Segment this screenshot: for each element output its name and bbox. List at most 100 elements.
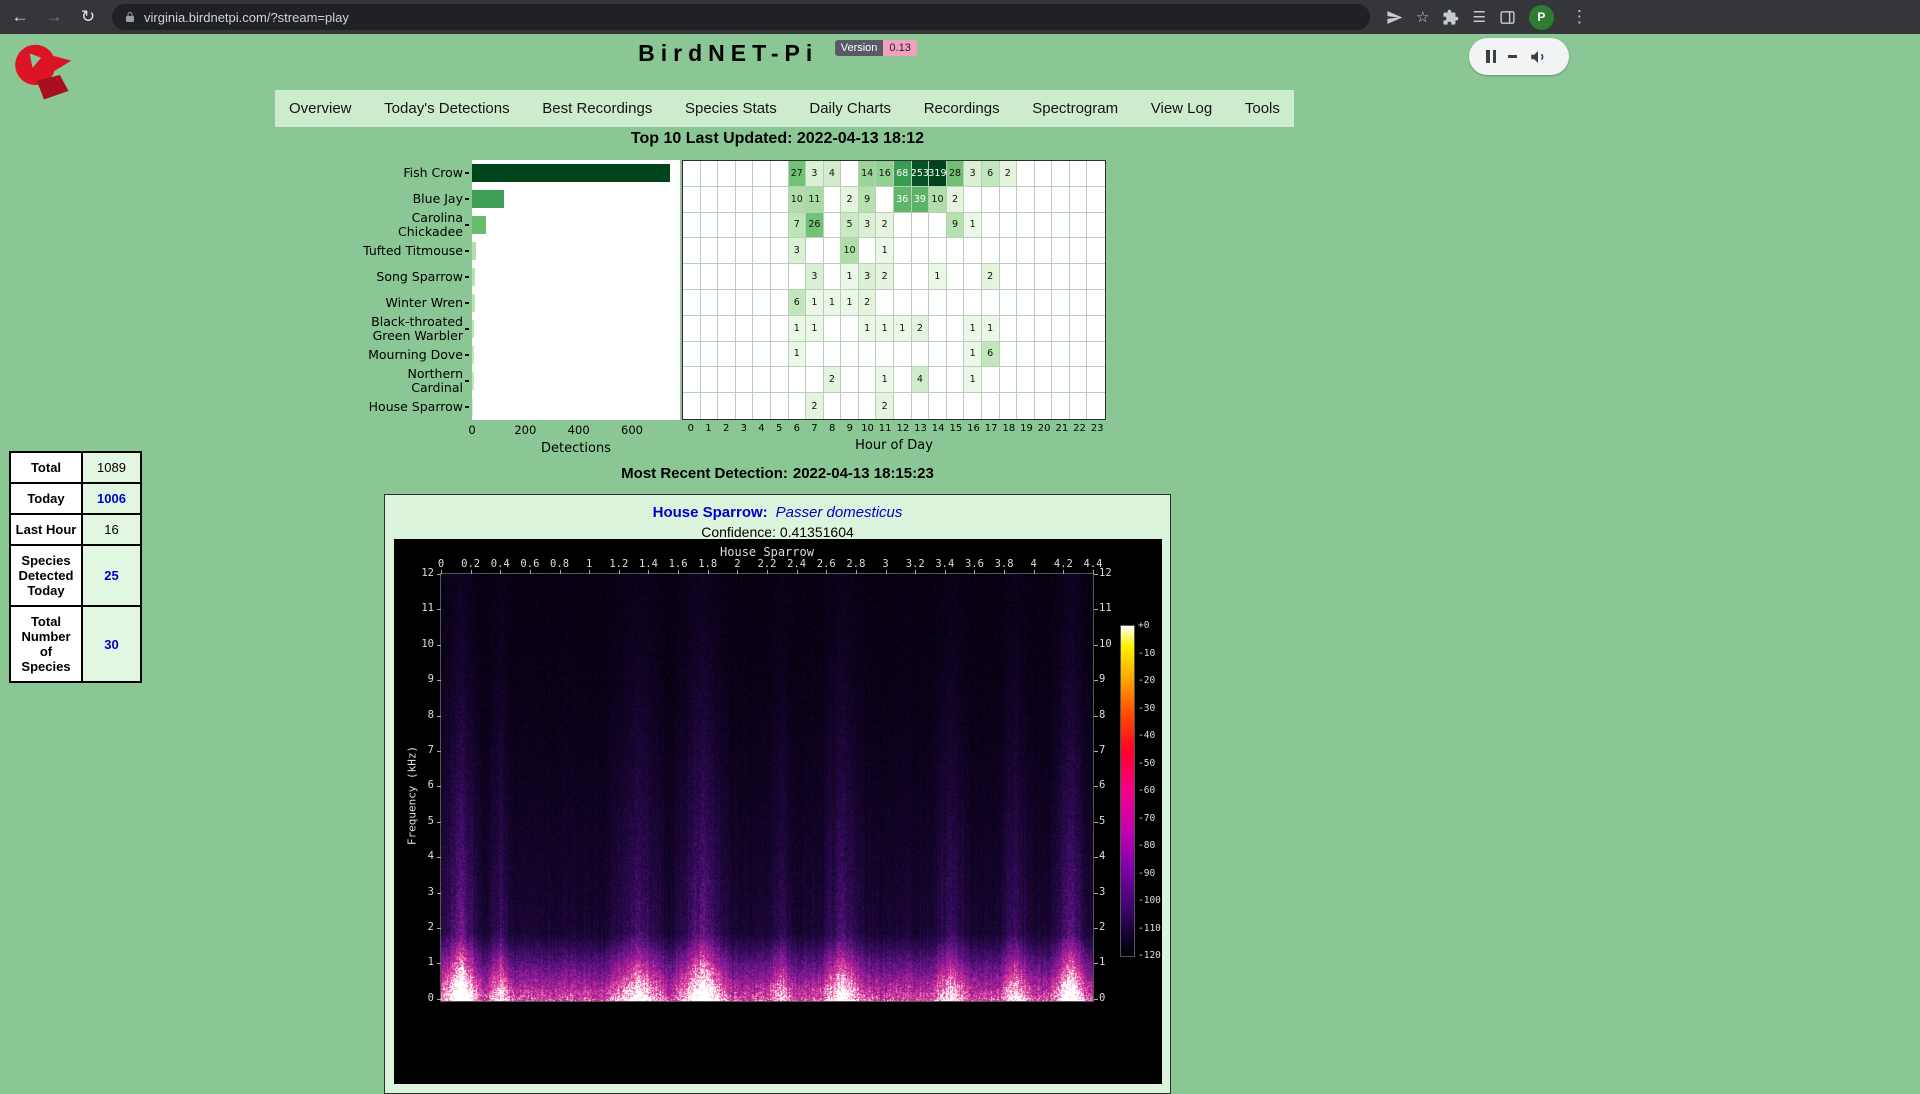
heatmap-cell: 7 (789, 213, 807, 239)
nav-item-today-s-detections[interactable]: Today's Detections (384, 100, 509, 117)
nav-item-tools[interactable]: Tools (1245, 100, 1280, 117)
heatmap-cell (1000, 264, 1018, 290)
species-link[interactable]: House Sparrow: (653, 504, 768, 521)
heatmap-cell: 3 (859, 264, 877, 290)
spectro-x-tick-label: 3.2 (906, 558, 925, 570)
spectro-y-tick-label: 12 (1099, 567, 1129, 579)
extensions-puzzle-icon[interactable] (1442, 9, 1459, 26)
top10-heading: Top 10 Last Updated: 2022-04-13 18:12 (0, 130, 1555, 148)
browser-menu-button[interactable]: ⋮ (1567, 7, 1592, 27)
heatmap-cell (894, 213, 912, 239)
stats-row: Last Hour16 (10, 514, 141, 545)
spectro-y-tick (437, 751, 441, 752)
nav-item-species-stats[interactable]: Species Stats (685, 100, 777, 117)
spectro-y-tick (1094, 751, 1098, 752)
spectro-y-tick (1094, 928, 1098, 929)
heatmap-cell (982, 213, 1000, 239)
most-recent-heading: Most Recent Detection:2022-04-13 18:15:2… (0, 465, 1555, 482)
heatmap-cell (947, 342, 965, 368)
heatmap-cell (859, 393, 877, 419)
spectro-x-tick (708, 570, 709, 574)
nav-item-recordings[interactable]: Recordings (924, 100, 1000, 117)
heatmap-cell (1035, 342, 1053, 368)
heatmap-cell (771, 213, 789, 239)
address-bar[interactable]: virginia.birdnetpi.com/?stream=play (112, 4, 1370, 30)
x-axis-tick-label: 11 (876, 423, 894, 434)
species-axis-tick (465, 302, 469, 304)
heatmap-cell (982, 290, 1000, 316)
reading-list-icon[interactable]: ☰ (1472, 8, 1485, 26)
nav-item-overview[interactable]: Overview (289, 100, 352, 117)
heatmap-cell: 1 (789, 316, 807, 342)
pause-button[interactable] (1486, 50, 1496, 63)
spectro-y-tick (437, 716, 441, 717)
heatmap-cell: 1 (982, 316, 1000, 342)
volume-button[interactable] (1529, 48, 1547, 66)
heatmap-cell (894, 290, 912, 316)
confidence-label: Confidence: (701, 524, 776, 540)
heatmap-cell (771, 290, 789, 316)
heatmap-cell: 2 (1000, 161, 1018, 187)
heatmap-cell (1070, 316, 1088, 342)
browser-back-button[interactable]: ← (6, 3, 34, 31)
x-axis-tick-label: 12 (894, 423, 912, 434)
nav-item-best-recordings[interactable]: Best Recordings (542, 100, 652, 117)
spectro-x-tick-label: 1.2 (609, 558, 628, 570)
heatmap-cell: 6 (982, 342, 1000, 368)
bookmark-star-icon[interactable]: ☆ (1416, 8, 1429, 26)
heatmap-cell (1035, 393, 1053, 419)
heatmap-cell (1017, 367, 1035, 393)
profile-avatar[interactable]: P (1529, 5, 1554, 30)
heatmap-cell (771, 316, 789, 342)
x-axis-tick-label: 4 (753, 423, 771, 434)
stats-value-link[interactable]: 1006 (97, 491, 126, 506)
spectro-x-tick-label: 0.8 (550, 558, 569, 570)
heatmap-cell (736, 290, 754, 316)
heatmap-cell: 2 (876, 393, 894, 419)
heatmap-cell: 1 (876, 367, 894, 393)
heatmap-cell (1035, 238, 1053, 264)
send-to-device-icon[interactable] (1386, 9, 1403, 26)
heatmap-cell: 68 (894, 161, 912, 187)
heatmap-cell (736, 367, 754, 393)
heatmap-cell: 14 (859, 161, 877, 187)
heatmap-cell (1000, 393, 1018, 419)
species-axis-tick (465, 354, 469, 356)
heatmap-cell: 6 (789, 290, 807, 316)
x-axis-tick-label: 23 (1088, 423, 1106, 434)
x-axis-tick-label: 6 (788, 423, 806, 434)
stats-value-link[interactable]: 30 (104, 637, 118, 652)
heatmap-cell (841, 161, 859, 187)
heatmap-cell: 2 (876, 213, 894, 239)
side-panel-icon[interactable] (1499, 9, 1516, 26)
browser-forward-button[interactable]: → (40, 3, 68, 31)
heatmap-cell (894, 342, 912, 368)
heatmap-cell (1017, 342, 1035, 368)
stats-value-link[interactable]: 25 (104, 568, 118, 583)
nav-item-daily-charts[interactable]: Daily Charts (809, 100, 891, 117)
spectro-y-tick-label: 4 (1099, 850, 1129, 862)
species-axis-tick (465, 406, 469, 408)
colorbar-tick-label: -120 (1138, 950, 1162, 961)
heatmap-cell: 4 (824, 161, 842, 187)
heatmap-cell (1017, 238, 1035, 264)
colorbar-tick-label: +0 (1138, 620, 1162, 631)
spectro-y-tick (1094, 963, 1098, 964)
nav-item-spectrogram[interactable]: Spectrogram (1032, 100, 1118, 117)
heatmap-cell (1000, 316, 1018, 342)
nav-item-view-log[interactable]: View Log (1151, 100, 1212, 117)
detection-count-bar (472, 190, 504, 208)
spectro-y-tick (1094, 786, 1098, 787)
spectrogram-plot (441, 574, 1093, 1001)
heatmap-cell (1017, 161, 1035, 187)
heatmap-cell (771, 187, 789, 213)
heatmap-cell: 1 (964, 213, 982, 239)
heatmap-cell (824, 213, 842, 239)
audio-timeline[interactable] (1508, 55, 1517, 58)
stats-label: Species Detected Today (10, 545, 82, 606)
heatmap-cell (964, 238, 982, 264)
browser-reload-button[interactable]: ↻ (74, 3, 102, 31)
spectro-y-tick-label: 11 (1099, 602, 1129, 614)
spectro-y-tick (437, 857, 441, 858)
heatmap-cell (947, 238, 965, 264)
